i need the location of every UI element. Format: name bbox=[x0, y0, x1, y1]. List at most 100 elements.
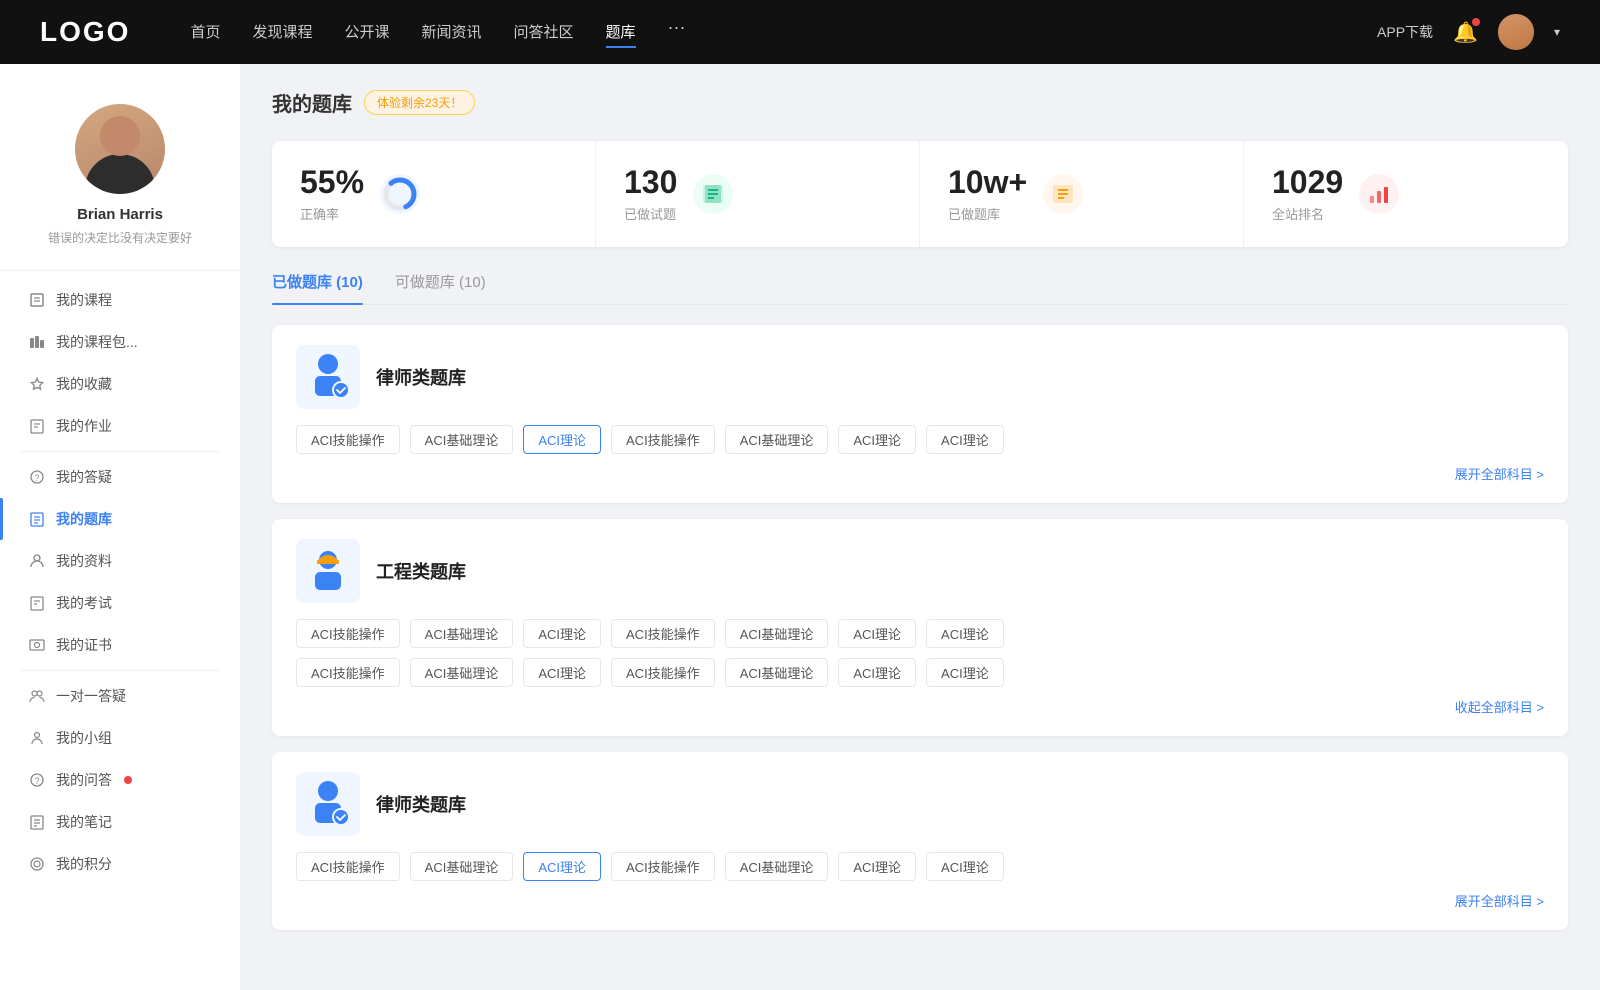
stat-ranking-text: 1029 全站排名 bbox=[1272, 165, 1343, 223]
stat-questions-done-value: 130 bbox=[624, 165, 677, 200]
avatar[interactable] bbox=[1498, 14, 1534, 50]
divider-1 bbox=[20, 451, 220, 452]
divider-2 bbox=[20, 670, 220, 671]
topic-card-lawyer-1: 律师类题库 ACI技能操作 ACI基础理论 ACI理论 ACI技能操作 ACI基… bbox=[272, 325, 1568, 503]
tag-l2-basic-theory[interactable]: ACI基础理论 bbox=[410, 852, 514, 881]
sidebar-item-points[interactable]: 我的积分 bbox=[0, 843, 240, 885]
tag-eng-r2-skill-op[interactable]: ACI技能操作 bbox=[296, 658, 400, 687]
sidebar-item-notes[interactable]: 我的笔记 bbox=[0, 801, 240, 843]
tag-l2-basic-theory-2[interactable]: ACI基础理论 bbox=[725, 852, 829, 881]
topic-tags-engineer-row1: ACI技能操作 ACI基础理论 ACI理论 ACI技能操作 ACI基础理论 AC… bbox=[296, 619, 1544, 648]
nav-open-course[interactable]: 公开课 bbox=[344, 17, 389, 48]
tag-aci-theory-3[interactable]: ACI理论 bbox=[926, 425, 1004, 454]
nav-courses[interactable]: 发现课程 bbox=[252, 17, 312, 48]
nav-news[interactable]: 新闻资讯 bbox=[422, 17, 482, 48]
nav-home[interactable]: 首页 bbox=[190, 17, 220, 48]
expand-lawyer-1-btn[interactable]: 展开全部科目 > bbox=[1455, 464, 1544, 483]
topic-card-lawyer-2: 律师类题库 ACI技能操作 ACI基础理论 ACI理论 ACI技能操作 ACI基… bbox=[272, 752, 1568, 930]
tag-aci-skill-op[interactable]: ACI技能操作 bbox=[296, 425, 400, 454]
tag-eng-skill-op[interactable]: ACI技能操作 bbox=[296, 619, 400, 648]
stat-banks-done-value: 10w+ bbox=[948, 165, 1027, 200]
sidebar-item-homework[interactable]: 我的作业 bbox=[0, 405, 240, 447]
homework-icon bbox=[28, 417, 46, 435]
lawyer-person-icon bbox=[307, 352, 349, 402]
sidebar-menu: 我的课程 我的课程包... 我的收藏 我的作业 bbox=[0, 279, 240, 885]
tag-aci-basic-theory-2[interactable]: ACI基础理论 bbox=[725, 425, 829, 454]
topic-card-lawyer-2-header: 律师类题库 bbox=[296, 772, 1544, 836]
tag-eng-r2-theory-3[interactable]: ACI理论 bbox=[926, 658, 1004, 687]
sidebar-user-name: Brian Harris bbox=[77, 206, 163, 223]
sidebar-item-quiz-bank[interactable]: 我的题库 bbox=[0, 498, 240, 540]
page-title: 我的题库 bbox=[272, 88, 352, 117]
donut-chart-icon bbox=[380, 174, 420, 214]
tab-done-banks[interactable]: 已做题库 (10) bbox=[272, 271, 363, 304]
sidebar-label-my-qa: 我的问答 bbox=[56, 770, 112, 790]
tag-eng-r2-theory[interactable]: ACI理论 bbox=[523, 658, 601, 687]
tag-aci-theory-2[interactable]: ACI理论 bbox=[838, 425, 916, 454]
sidebar-item-course-package[interactable]: 我的课程包... bbox=[0, 321, 240, 363]
tag-eng-theory[interactable]: ACI理论 bbox=[523, 619, 601, 648]
sidebar-item-tutoring[interactable]: 一对一答疑 bbox=[0, 675, 240, 717]
nav-more[interactable]: ··· bbox=[668, 17, 686, 48]
tag-l2-skill-op[interactable]: ACI技能操作 bbox=[296, 852, 400, 881]
tag-eng-r2-basic-theory[interactable]: ACI基础理论 bbox=[410, 658, 514, 687]
course-package-icon bbox=[28, 333, 46, 351]
profile-icon bbox=[28, 552, 46, 570]
tag-l2-theory-3[interactable]: ACI理论 bbox=[926, 852, 1004, 881]
engineer-icon-container bbox=[296, 539, 360, 603]
tag-eng-basic-theory[interactable]: ACI基础理论 bbox=[410, 619, 514, 648]
collapse-engineer-btn[interactable]: 收起全部科目 > bbox=[1455, 697, 1544, 716]
lawyer-icon-2 bbox=[296, 772, 360, 836]
list-orange-icon bbox=[1051, 182, 1075, 206]
tag-eng-theory-3[interactable]: ACI理论 bbox=[926, 619, 1004, 648]
sidebar-item-cert[interactable]: 我的证书 bbox=[0, 624, 240, 666]
app-download-btn[interactable]: APP下载 bbox=[1377, 22, 1433, 42]
sidebar-item-group[interactable]: 我的小组 bbox=[0, 717, 240, 759]
stat-questions-done: 130 已做试题 bbox=[596, 141, 920, 247]
lawyer-person-icon-2 bbox=[307, 779, 349, 829]
topic-title-lawyer-2: 律师类题库 bbox=[376, 791, 466, 817]
page-header: 我的题库 体验剩余23天！ bbox=[272, 88, 1568, 117]
sidebar-item-my-courses[interactable]: 我的课程 bbox=[0, 279, 240, 321]
avatar-body bbox=[85, 154, 155, 194]
page-wrapper: Brian Harris 错误的决定比没有决定要好 我的课程 我的课程包... bbox=[0, 64, 1600, 990]
topic-card-engineer-footer: 收起全部科目 > bbox=[296, 697, 1544, 716]
tag-aci-theory-active[interactable]: ACI理论 bbox=[523, 425, 601, 454]
svg-text:?: ? bbox=[34, 473, 39, 483]
expand-lawyer-2-btn[interactable]: 展开全部科目 > bbox=[1455, 891, 1544, 910]
stat-ranking: 1029 全站排名 bbox=[1244, 141, 1568, 247]
sidebar-item-exam[interactable]: 我的考试 bbox=[0, 582, 240, 624]
nav-right: APP下载 🔔 ▾ bbox=[1377, 14, 1560, 50]
favorites-icon bbox=[28, 375, 46, 393]
tag-aci-basic-theory[interactable]: ACI基础理论 bbox=[410, 425, 514, 454]
tab-available-banks[interactable]: 可做题库 (10) bbox=[395, 271, 486, 304]
avatar-image bbox=[1498, 14, 1534, 50]
nav-quizbank[interactable]: 题库 bbox=[606, 17, 636, 48]
sidebar-item-my-qa[interactable]: ? 我的问答 bbox=[0, 759, 240, 801]
notification-bell[interactable]: 🔔 bbox=[1453, 20, 1478, 45]
nav-qa[interactable]: 问答社区 bbox=[514, 17, 574, 48]
tag-eng-theory-2[interactable]: ACI理论 bbox=[838, 619, 916, 648]
points-icon bbox=[28, 855, 46, 873]
tag-eng-basic-theory-2[interactable]: ACI基础理论 bbox=[725, 619, 829, 648]
tag-aci-skill-op-2[interactable]: ACI技能操作 bbox=[611, 425, 715, 454]
avatar-chevron-icon[interactable]: ▾ bbox=[1554, 25, 1560, 39]
tag-eng-r2-skill-op-2[interactable]: ACI技能操作 bbox=[611, 658, 715, 687]
stats-row: 55% 正确率 130 已做试题 bbox=[272, 141, 1568, 247]
stat-ranking-icon bbox=[1359, 174, 1399, 214]
sidebar-item-qa[interactable]: ? 我的答疑 bbox=[0, 456, 240, 498]
tag-l2-theory-2[interactable]: ACI理论 bbox=[838, 852, 916, 881]
list-green-icon bbox=[701, 182, 725, 206]
tag-l2-theory-active[interactable]: ACI理论 bbox=[523, 852, 601, 881]
tag-eng-r2-theory-2[interactable]: ACI理论 bbox=[838, 658, 916, 687]
tag-l2-skill-op-2[interactable]: ACI技能操作 bbox=[611, 852, 715, 881]
topic-card-engineer-header: 工程类题库 bbox=[296, 539, 1544, 603]
tag-eng-r2-basic-theory-2[interactable]: ACI基础理论 bbox=[725, 658, 829, 687]
stat-ranking-value: 1029 bbox=[1272, 165, 1343, 200]
tag-eng-skill-op-2[interactable]: ACI技能操作 bbox=[611, 619, 715, 648]
sidebar-item-profile[interactable]: 我的资料 bbox=[0, 540, 240, 582]
tabs-row: 已做题库 (10) 可做题库 (10) bbox=[272, 271, 1568, 305]
sidebar-item-favorites[interactable]: 我的收藏 bbox=[0, 363, 240, 405]
topic-card-lawyer-1-header: 律师类题库 bbox=[296, 345, 1544, 409]
lawyer-icon bbox=[296, 345, 360, 409]
